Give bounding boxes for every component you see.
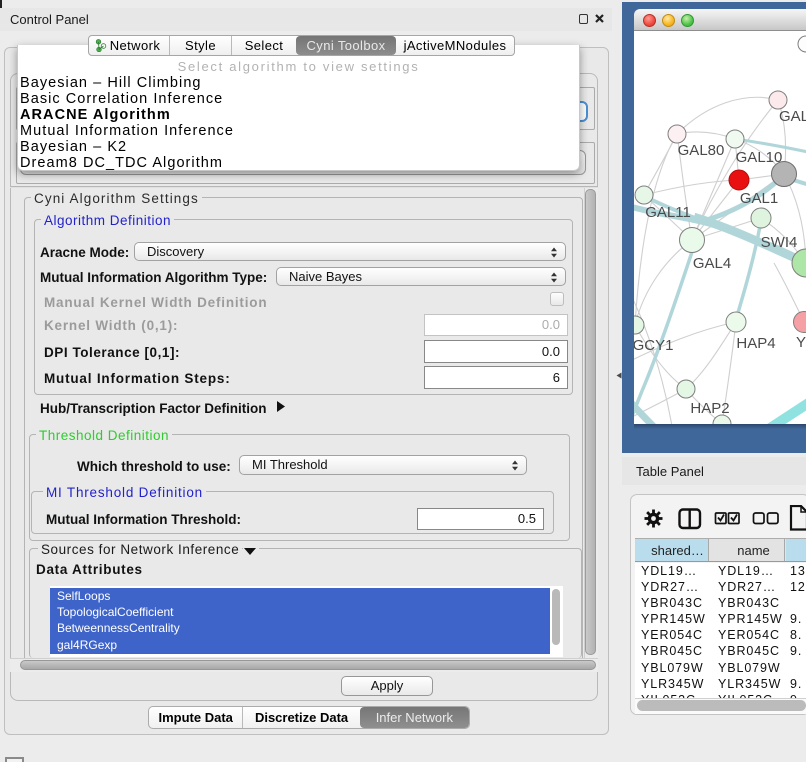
svg-text:SWI4: SWI4 [761,234,798,251]
svg-text:Y: Y [796,334,806,351]
svg-text:GAL11: GAL11 [645,204,691,221]
svg-text:GAL10: GAL10 [736,149,783,166]
svg-text:GAL80: GAL80 [678,142,725,159]
svg-text:GAL: GAL [779,108,806,125]
svg-text:GAL4: GAL4 [693,255,731,272]
svg-text:HAP4: HAP4 [736,335,775,352]
svg-text:GCY1: GCY1 [634,337,673,354]
svg-text:GAL1: GAL1 [740,190,778,207]
svg-text:HAP2: HAP2 [690,400,729,417]
